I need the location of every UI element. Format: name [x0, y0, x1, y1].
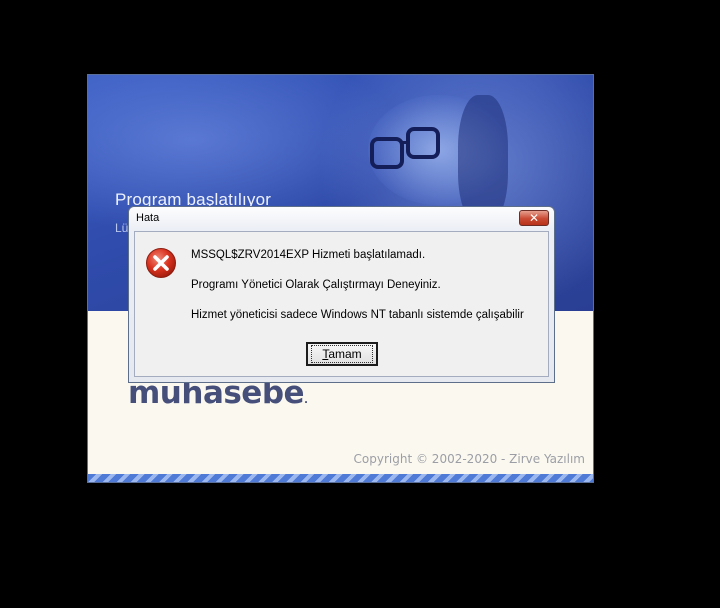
- hero-glasses-left: [370, 137, 404, 169]
- dialog-titlebar[interactable]: Hata ✕: [129, 207, 554, 231]
- brand-mark: .: [304, 395, 308, 406]
- copyright-text: Copyright © 2002-2020 - Zirve Yazılım: [353, 452, 585, 466]
- error-message-line-3: Hizmet yöneticisi sadece Windows NT taba…: [191, 309, 524, 321]
- error-message-line-2: Programı Yönetici Olarak Çalıştırmayı De…: [191, 279, 441, 291]
- ok-button[interactable]: Tamam: [306, 342, 378, 366]
- error-dialog: Hata ✕ MSSQL$ZRV2014EXP Hizmeti başlatıl…: [128, 206, 555, 383]
- hero-glasses-bridge: [400, 141, 410, 144]
- error-message-line-1: MSSQL$ZRV2014EXP Hizmeti başlatılamadı.: [191, 249, 426, 261]
- dialog-title: Hata: [136, 212, 160, 224]
- progress-stripe: [88, 474, 593, 482]
- splash-status-subtext: Lü: [115, 221, 129, 235]
- close-icon: ✕: [528, 211, 540, 225]
- ok-button-label: Tamam: [311, 345, 373, 363]
- hero-glasses-right: [406, 127, 440, 159]
- close-button[interactable]: ✕: [519, 210, 549, 226]
- error-icon: [146, 248, 176, 278]
- ok-button-label-rest: amam: [328, 347, 362, 361]
- dialog-body: MSSQL$ZRV2014EXP Hizmeti başlatılamadı. …: [134, 231, 549, 377]
